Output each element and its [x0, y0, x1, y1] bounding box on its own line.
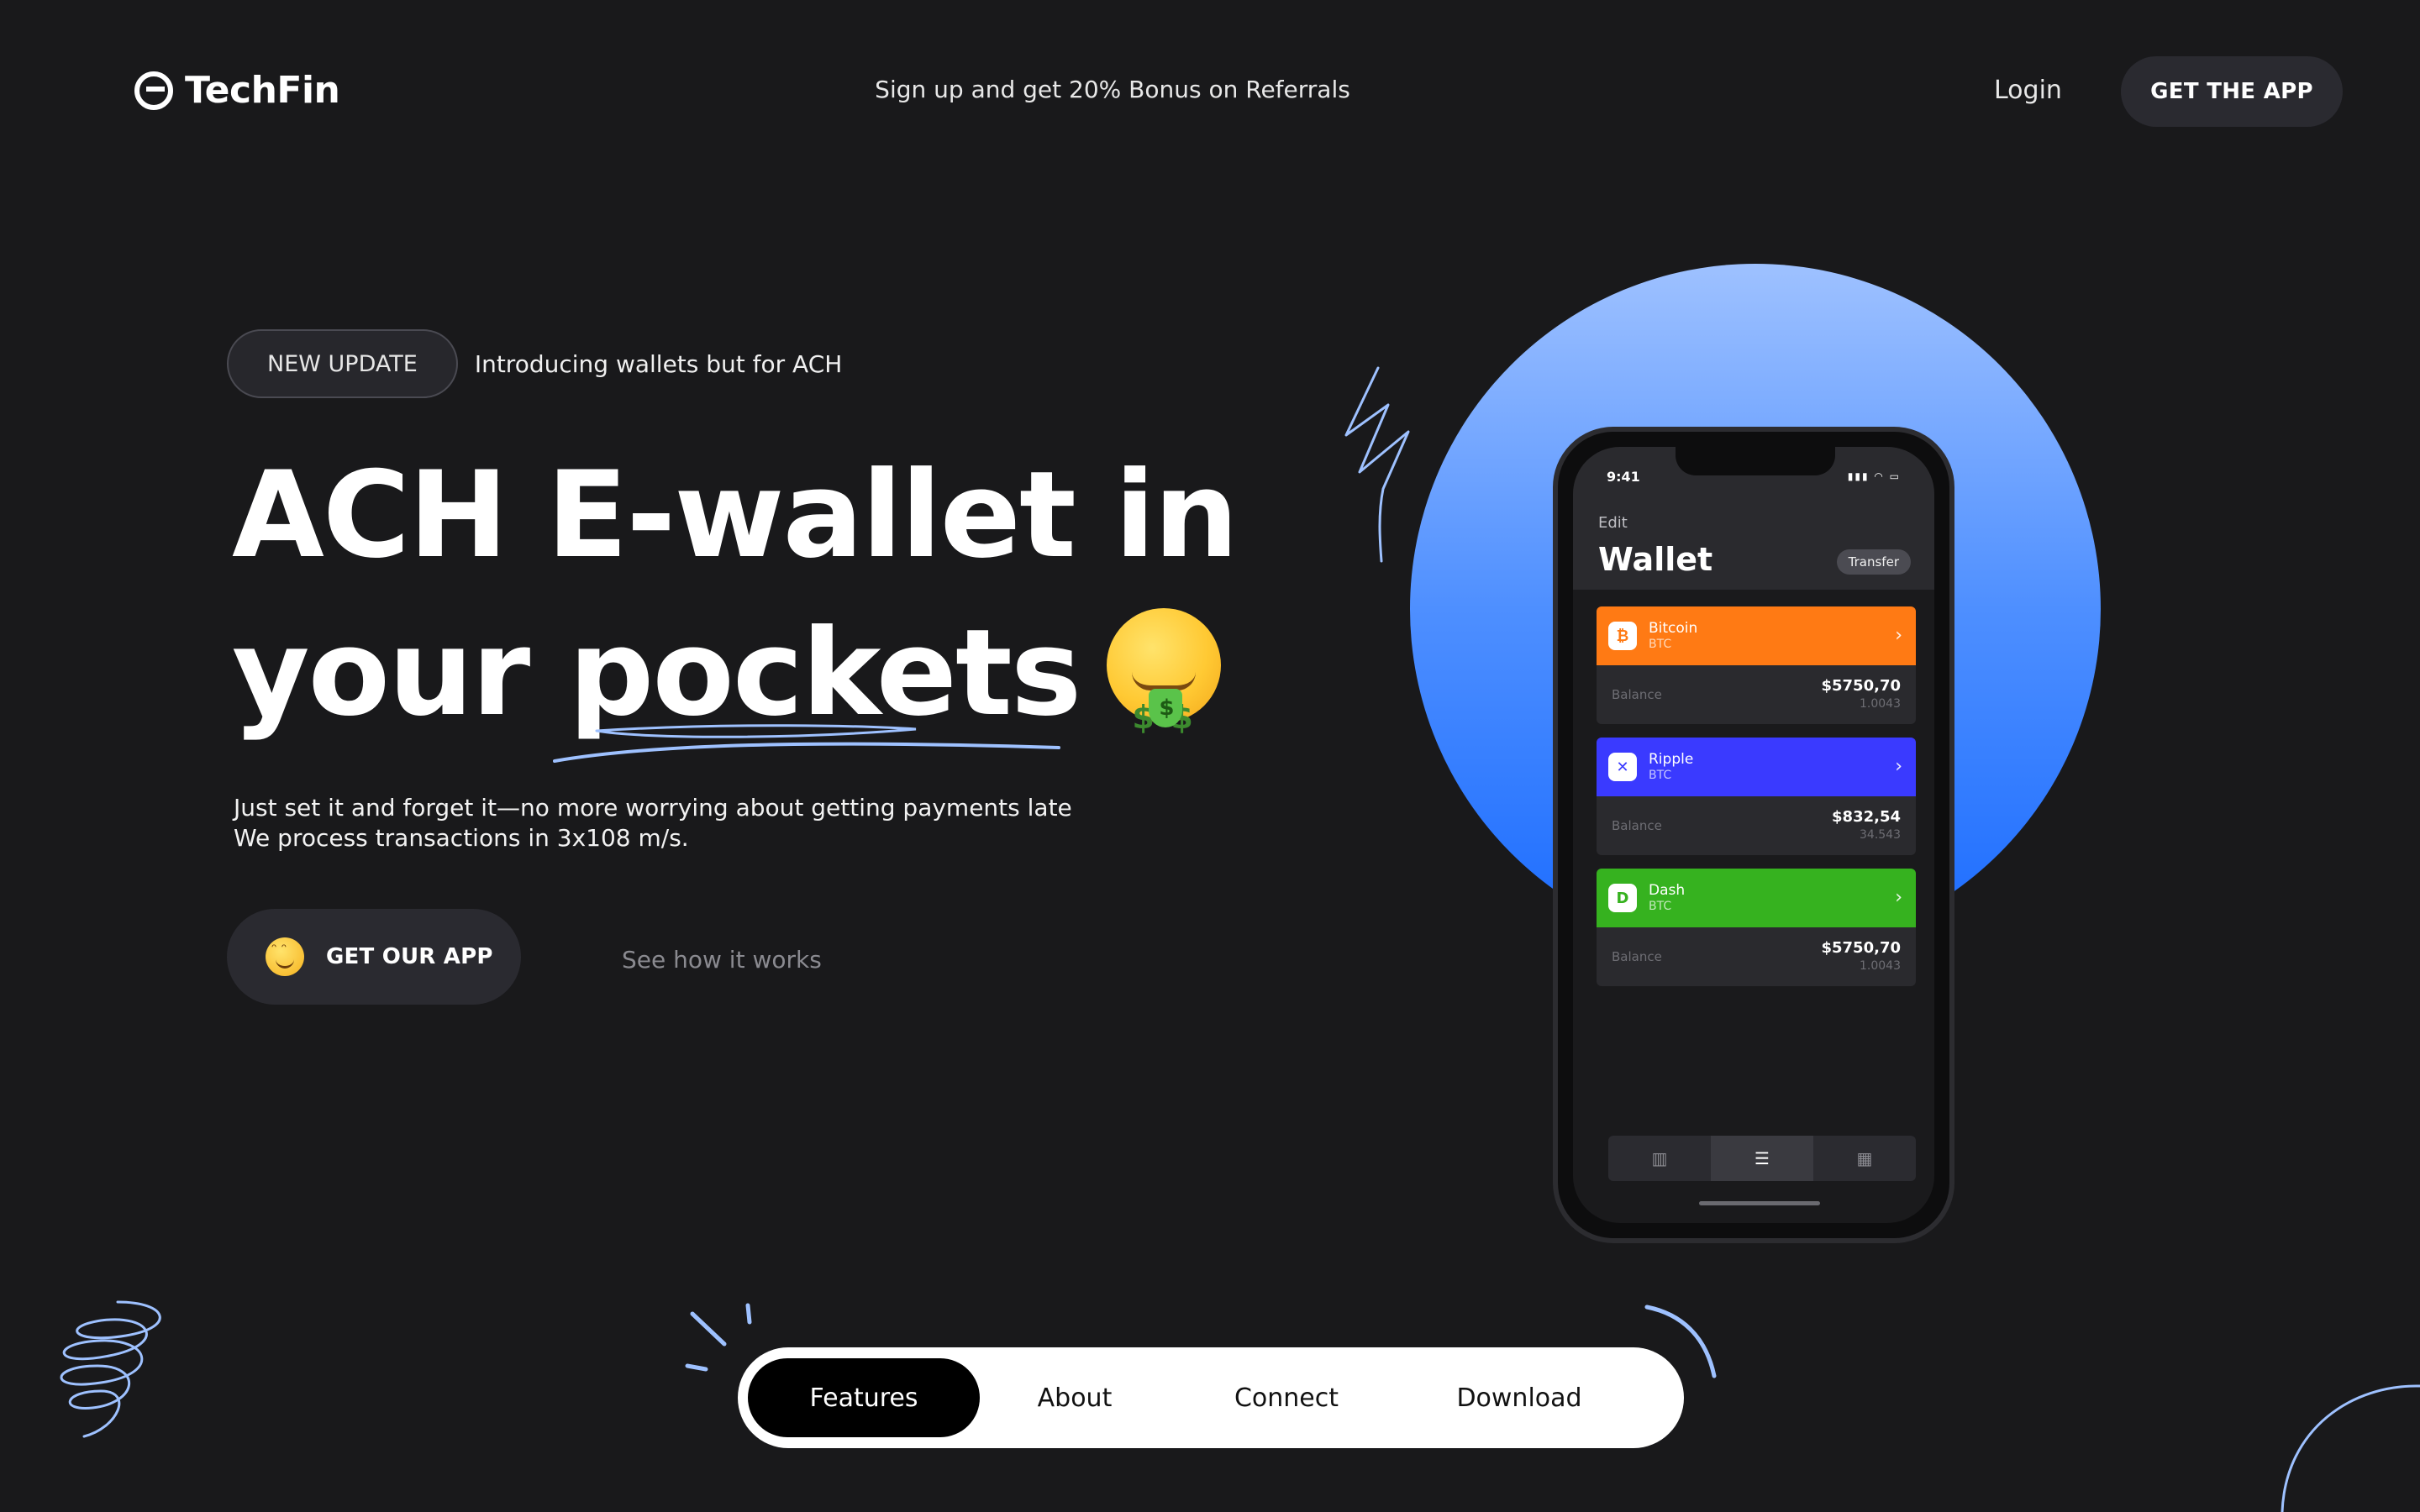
- get-our-app-button[interactable]: GET OUR APP: [227, 909, 521, 1005]
- bottom-navigation: Features About Connect Download: [738, 1347, 1684, 1448]
- coin-balance-row: Balance $5750,70 1.0043: [1597, 665, 1916, 724]
- balance-value: $832,54: [1832, 808, 1901, 826]
- phone-tab-bar: ▥ ☰ ▦: [1608, 1136, 1916, 1181]
- announcement-text: Introducing wallets but for ACH: [474, 349, 843, 378]
- balance-amount: 1.0043: [1860, 959, 1901, 973]
- coin-card-bitcoin[interactable]: ₿ Bitcoin BTC › Balance $5750,70 1.0043: [1597, 606, 1916, 724]
- signal-battery-icon: ▮▮▮ ◠ ▭: [1847, 470, 1901, 482]
- chart-icon[interactable]: ▥: [1608, 1136, 1711, 1181]
- promo-text: Sign up and get 20% Bonus on Referrals: [875, 76, 1350, 103]
- grid-icon[interactable]: ▦: [1813, 1136, 1916, 1181]
- wallet-title: Wallet: [1598, 541, 1713, 578]
- see-how-it-works-link[interactable]: See how it works: [622, 946, 822, 974]
- coin-card-header: ₿ Bitcoin BTC ›: [1597, 606, 1916, 665]
- login-link[interactable]: Login: [1994, 76, 2062, 105]
- nav-download[interactable]: Download: [1403, 1358, 1635, 1437]
- coin-balance-row: Balance $5750,70 1.0043: [1597, 927, 1916, 986]
- phone-screen: 9:41 ▮▮▮ ◠ ▭ Edit Wallet Transfer ₿ Bitc…: [1573, 447, 1934, 1223]
- nav-features[interactable]: Features: [748, 1358, 980, 1437]
- promo-banner: Sign up and get 20% Bonus on Referrals: [0, 76, 2225, 103]
- coin-card-header: D Dash BTC ›: [1597, 869, 1916, 927]
- coin-name: Bitcoin: [1649, 620, 1698, 637]
- spark-lines-icon: [685, 1303, 752, 1372]
- dash-icon: D: [1608, 884, 1637, 912]
- nav-about[interactable]: About: [980, 1358, 1170, 1437]
- coin-name: Dash: [1649, 882, 1686, 899]
- status-time: 9:41: [1607, 469, 1640, 485]
- balance-value: $5750,70: [1821, 677, 1901, 695]
- phone-mockup: 9:41 ▮▮▮ ◠ ▭ Edit Wallet Transfer ₿ Bitc…: [1553, 427, 1954, 1243]
- headline-line-1: ACH E-wallet in: [232, 446, 1239, 585]
- chevron-right-icon: ›: [1895, 625, 1902, 646]
- coin-card-ripple[interactable]: ✕ Ripple BTC › Balance $832,54 34.543: [1597, 738, 1916, 855]
- coin-symbol: BTC: [1649, 769, 1672, 782]
- coin-balance-row: Balance $832,54 34.543: [1597, 796, 1916, 855]
- balance-amount: 1.0043: [1860, 697, 1901, 711]
- get-the-app-button[interactable]: GET THE APP: [2121, 56, 2343, 127]
- update-announcement: NEW UPDATE Introducing wallets but for A…: [227, 329, 842, 398]
- phone-notch: [1676, 447, 1835, 475]
- subtext-line-2: We process transactions in 3x108 m/s.: [234, 824, 689, 852]
- home-indicator: [1699, 1201, 1820, 1205]
- underline-scribble-icon: [553, 724, 1060, 763]
- new-update-badge: NEW UPDATE: [227, 329, 458, 398]
- balance-label: Balance: [1612, 949, 1662, 964]
- bitcoin-icon: ₿: [1608, 622, 1637, 650]
- coin-card-header: ✕ Ripple BTC ›: [1597, 738, 1916, 796]
- coin-name: Ripple: [1649, 751, 1694, 768]
- balance-label: Balance: [1612, 818, 1662, 833]
- nav-connect[interactable]: Connect: [1170, 1358, 1403, 1437]
- ripple-icon: ✕: [1608, 753, 1637, 781]
- smiling-face-icon: [266, 937, 304, 976]
- cta-label: GET OUR APP: [326, 944, 493, 969]
- circle-scribble-icon: [2281, 1384, 2420, 1512]
- chevron-right-icon: ›: [1895, 887, 1902, 908]
- transfer-button[interactable]: Transfer: [1836, 549, 1911, 575]
- spiral-scribble-icon: [60, 1300, 161, 1438]
- edit-button[interactable]: Edit: [1598, 514, 1628, 532]
- money-mouth-face-icon: $ $ $: [1107, 608, 1222, 736]
- coin-symbol: BTC: [1649, 638, 1672, 651]
- coin-symbol: BTC: [1649, 900, 1672, 913]
- chevron-right-icon: ›: [1895, 756, 1902, 777]
- list-icon[interactable]: ☰: [1711, 1136, 1813, 1181]
- balance-value: $5750,70: [1821, 939, 1901, 957]
- coin-card-dash[interactable]: D Dash BTC › Balance $5750,70 1.0043: [1597, 869, 1916, 986]
- balance-label: Balance: [1612, 687, 1662, 702]
- hero-subtext: Just set it and forget it—no more worryi…: [234, 793, 1072, 853]
- subtext-line-1: Just set it and forget it—no more worryi…: [234, 794, 1072, 822]
- balance-amount: 34.543: [1860, 828, 1901, 842]
